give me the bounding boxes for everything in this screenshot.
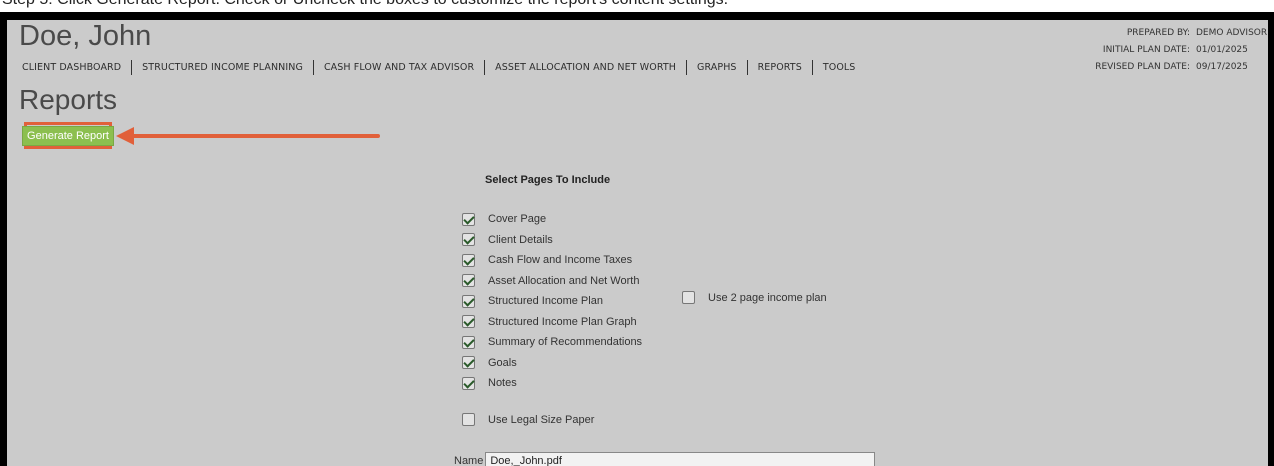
list-item: Client Details	[462, 230, 642, 251]
client-name: Doe, John	[19, 20, 152, 52]
checkbox-label: Client Details	[488, 233, 553, 246]
initial-date-value: 01/01/2025	[1196, 44, 1248, 55]
nav-reports[interactable]: REPORTS	[758, 62, 802, 73]
nav-graphs[interactable]: GRAPHS	[697, 62, 737, 73]
nav-divider	[484, 60, 486, 75]
checkbox-client-details[interactable]	[462, 233, 475, 247]
checkbox-summary-recommendations[interactable]	[462, 335, 475, 349]
prepared-by-value: DEMO ADVISOR	[1196, 27, 1268, 38]
checkbox-legal-size-paper[interactable]	[462, 413, 475, 426]
checkbox-asset-allocation-net-worth[interactable]	[462, 274, 475, 288]
list-item: Structured Income Plan	[462, 291, 642, 312]
nav-divider	[811, 60, 813, 75]
list-item: Cover Page	[462, 209, 642, 230]
checkbox-label: Structured Income Plan	[488, 295, 603, 308]
checkbox-cover-page[interactable]	[462, 212, 475, 226]
checkbox-label: Notes	[488, 377, 517, 390]
select-pages-heading: Select Pages To Include	[485, 174, 611, 186]
checkbox-cash-flow-income-taxes[interactable]	[462, 253, 475, 267]
checkbox-notes[interactable]	[462, 376, 475, 390]
file-name-input[interactable]	[485, 452, 876, 466]
initial-date-label: INITIAL PLAN DATE:	[1102, 44, 1190, 55]
app-window: Doe, John CLIENT DASHBOARD STRUCTURED IN…	[7, 20, 1268, 466]
nav-client-dashboard[interactable]: CLIENT DASHBOARD	[22, 62, 121, 73]
nav-asset-allocation-net-worth[interactable]: ASSET ALLOCATION AND NET WORTH	[495, 62, 676, 73]
prepared-by-label: PREPARED BY:	[1126, 27, 1190, 38]
checkbox-two-page-income-plan[interactable]	[682, 291, 695, 304]
revised-date-label: REVISED PLAN DATE:	[1095, 61, 1190, 72]
checkbox-label: Use 2 page income plan	[708, 291, 827, 304]
file-name-label: Name	[454, 454, 484, 466]
nav-divider	[131, 60, 133, 75]
revised-date-row: REVISED PLAN DATE: 09/17/2025	[1095, 58, 1260, 75]
checkbox-goals[interactable]	[462, 356, 475, 370]
revised-date-value: 09/17/2025	[1196, 61, 1248, 72]
two-page-income-option: Use 2 page income plan	[682, 291, 827, 304]
nav-divider	[312, 60, 314, 75]
list-item: Notes	[462, 373, 642, 394]
nav-tools[interactable]: TOOLS	[823, 62, 856, 73]
nav-divider	[746, 60, 748, 75]
list-item: Goals	[462, 353, 642, 374]
list-item: Summary of Recommendations	[462, 332, 642, 353]
nav-divider	[685, 60, 687, 75]
checkbox-structured-income-plan-graph[interactable]	[462, 315, 475, 329]
highlight-box: Generate Report	[22, 122, 114, 149]
list-item: Cash Flow and Income Taxes	[462, 250, 642, 271]
generate-report-button[interactable]: Generate Report	[22, 125, 114, 146]
pointer-arrow-icon	[116, 127, 380, 145]
checkbox-label: Goals	[488, 356, 517, 369]
checkbox-structured-income-plan[interactable]	[462, 294, 475, 308]
nav-cash-flow-tax-advisor[interactable]: CASH FLOW AND TAX ADVISOR	[324, 62, 474, 73]
initial-date-row: INITIAL PLAN DATE: 01/01/2025	[1095, 41, 1260, 58]
nav-structured-income-planning[interactable]: STRUCTURED INCOME PLANNING	[142, 62, 303, 73]
legal-paper-option: Use Legal Size Paper	[462, 413, 594, 426]
main-nav: CLIENT DASHBOARD STRUCTURED INCOME PLANN…	[22, 60, 855, 75]
checkbox-label: Cover Page	[488, 213, 547, 226]
checkbox-label: Cash Flow and Income Taxes	[488, 254, 633, 267]
checkbox-label: Summary of Recommendations	[488, 336, 643, 349]
prepared-by-row: PREPARED BY: DEMO ADVISOR	[1095, 24, 1268, 41]
pages-checkbox-list: Cover Page Client Details Cash Flow and …	[462, 209, 642, 394]
list-item: Structured Income Plan Graph	[462, 312, 642, 333]
checkbox-label: Use Legal Size Paper	[488, 413, 595, 426]
checkbox-label: Structured Income Plan Graph	[488, 315, 637, 328]
checkbox-label: Asset Allocation and Net Worth	[488, 274, 640, 287]
plan-meta: PREPARED BY: DEMO ADVISOR INITIAL PLAN D…	[1095, 24, 1268, 75]
page-title: Reports	[19, 84, 118, 115]
list-item: Asset Allocation and Net Worth	[462, 271, 642, 292]
screenshot-frame: Doe, John CLIENT DASHBOARD STRUCTURED IN…	[0, 12, 1274, 466]
file-name-row: Name	[454, 452, 876, 466]
instruction-text: Step 5: Click Generate Report. Check or …	[2, 0, 728, 9]
